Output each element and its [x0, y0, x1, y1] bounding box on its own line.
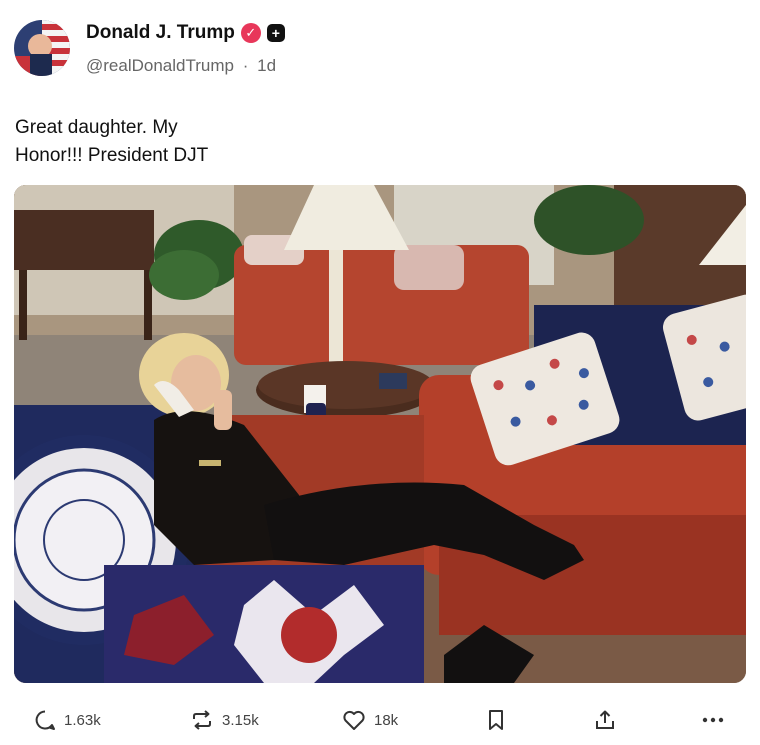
post-action-bar: 1.63k 3.15k 18k — [0, 705, 760, 741]
like-button[interactable]: 18k — [342, 709, 398, 731]
verified-check-icon: ✓ — [240, 23, 261, 43]
avatar[interactable] — [14, 20, 70, 76]
share-upload-icon — [596, 710, 614, 729]
repost-button[interactable]: 3.15k — [190, 709, 259, 731]
share-button[interactable] — [594, 709, 616, 731]
reply-button[interactable]: 1.63k — [34, 709, 101, 731]
more-dots-icon — [702, 717, 724, 723]
repost-count: 3.15k — [222, 711, 259, 729]
author-handle-row: @realDonaldTrump · 1d — [86, 56, 276, 76]
author-handle[interactable]: @realDonaldTrump — [86, 56, 234, 75]
plus-square-icon: + — [266, 24, 285, 42]
post-header: Donald J. Trump ✓ + @realDonaldTrump · 1… — [14, 18, 744, 82]
handle-separator: · — [242, 56, 249, 75]
reply-bubble-icon — [35, 710, 55, 730]
more-options-button[interactable] — [700, 709, 726, 731]
reply-count: 1.63k — [64, 711, 101, 729]
author-display-name[interactable]: Donald J. Trump — [86, 22, 235, 44]
post-text: Great daughter. My Honor!!! President DJ… — [15, 117, 209, 166]
avatar-flag-image — [14, 20, 70, 76]
heart-icon — [343, 710, 365, 730]
repost-icon — [193, 710, 211, 730]
author-name-row: Donald J. Trump ✓ + — [86, 22, 285, 44]
post-photo[interactable] — [14, 185, 746, 683]
post-time[interactable]: 1d — [257, 56, 276, 75]
bookmark-button[interactable] — [487, 709, 505, 731]
like-count: 18k — [374, 711, 399, 729]
bookmark-icon — [489, 710, 503, 730]
